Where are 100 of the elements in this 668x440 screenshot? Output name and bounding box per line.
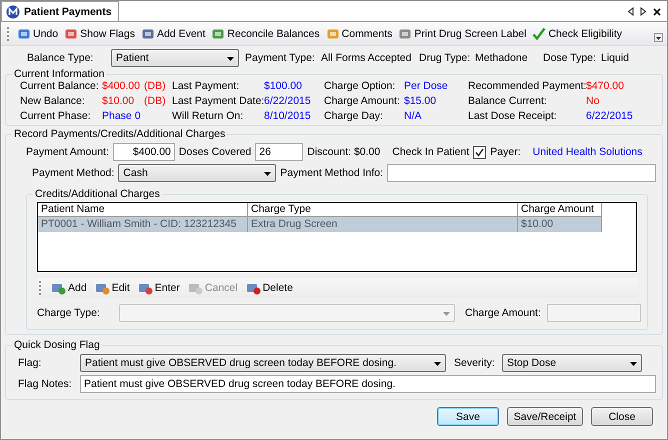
field-label: Balance Type: — [27, 52, 94, 64]
info-value: $400.00 — [102, 80, 141, 92]
info-value: 6/22/2015 — [264, 95, 311, 107]
caret-icon — [630, 362, 637, 366]
info-label: Charge Option: — [324, 80, 396, 92]
group-title: Record Payments/Credits/Additional Charges — [13, 128, 226, 140]
info-label: Last Payment: — [172, 80, 240, 92]
toolbar-button[interactable]: Enter — [138, 282, 180, 294]
info-value: $100.00 — [264, 80, 302, 92]
field-value: Liquid — [601, 52, 630, 64]
info-label: Current Phase: — [20, 110, 92, 122]
logo-icon — [6, 4, 20, 18]
dialog-button[interactable]: Save — [437, 407, 499, 426]
toolbar-button[interactable]: Check Eligibility — [532, 27, 622, 41]
toolbar-icon — [188, 282, 203, 294]
toolbar-icon — [64, 27, 78, 41]
toolbar-button[interactable]: Print Drug Screen Label — [398, 27, 526, 41]
caret-icon — [434, 362, 441, 366]
field-label: Charge Amount: — [465, 307, 542, 319]
toolbar-icon — [246, 282, 261, 294]
field-label: Dose Type: — [543, 52, 597, 64]
debit-note: (DB) — [144, 80, 166, 92]
payment-method-dropdown[interactable]: Cash — [118, 164, 276, 182]
balance-type-dropdown[interactable]: Patient — [111, 49, 239, 67]
column-header[interactable]: Patient Name — [38, 203, 248, 217]
info-label: Will Return On: — [172, 110, 244, 122]
toolbar-icon — [17, 27, 31, 41]
tab[interactable]: Patient Payments — [1, 1, 119, 21]
debit-note: (DB) — [144, 95, 166, 107]
doses-covered-field[interactable]: 26 — [255, 143, 304, 161]
caret-icon — [443, 312, 450, 316]
info-value: $15.00 — [404, 95, 436, 107]
field-label: Charge Type: — [37, 307, 101, 319]
group-title: Quick Dosing Flag — [13, 339, 101, 351]
toolbar-button[interactable]: Undo — [17, 27, 58, 41]
severity-dropdown[interactable]: Stop Dose — [502, 354, 642, 372]
toolbar-icon — [51, 282, 66, 294]
close-icon[interactable] — [653, 8, 661, 16]
payer-value: United Health Solutions — [532, 146, 642, 158]
toolbar-button[interactable]: Add Event — [140, 27, 206, 41]
toolbar-icon — [138, 282, 153, 294]
info-label: Recommended Payment: — [468, 80, 586, 92]
flag-notes-field[interactable]: Patient must give OBSERVED drug screen today BEFORE dosing. — [80, 375, 656, 393]
checkmark-icon — [532, 27, 546, 41]
info-label: Last Payment Date: — [172, 95, 264, 107]
info-value: $470.00 — [586, 80, 624, 92]
checkbox[interactable] — [473, 146, 486, 158]
info-label: Current Balance: — [20, 80, 100, 92]
column-header[interactable]: Charge Amount — [518, 203, 602, 217]
payment-amount-field[interactable]: $400.00 — [112, 143, 175, 161]
field-label: Flag: — [18, 357, 42, 369]
scroll-left-icon[interactable] — [627, 7, 634, 16]
info-label: New Balance: — [20, 95, 86, 107]
info-label: Last Dose Receipt: — [468, 110, 558, 122]
caret-icon — [227, 57, 234, 61]
field-label: Doses Covered — [178, 146, 252, 158]
info-value: $10.00 — [102, 95, 136, 107]
info-value: 6/22/2015 — [586, 110, 633, 122]
toolbar-icon — [398, 27, 412, 41]
table-cell: PT0001 - William Smith - CID: 123212345 — [38, 217, 248, 232]
field-label: Severity: — [454, 357, 496, 369]
field-value: All Forms Accepted — [321, 52, 412, 64]
toolbar-button[interactable]: Delete — [246, 282, 293, 294]
table-row[interactable]: PT0001 - William Smith - CID: 123212345 Extra Drug Screen $10.00 — [38, 217, 602, 232]
field-label: Payment Method Info: — [280, 167, 384, 179]
info-label: Charge Day: — [324, 110, 384, 122]
charge-amount-field[interactable] — [547, 304, 641, 322]
info-label: Balance Current: — [468, 95, 548, 107]
group-title: Current Information — [13, 68, 106, 80]
toolbar-button[interactable]: Show Flags — [64, 27, 135, 41]
column-header[interactable]: Charge Type — [248, 203, 518, 217]
info-value: Phase 0 — [102, 110, 142, 122]
group-title: Credits/Additional Charges — [34, 188, 161, 200]
caret-icon — [264, 172, 272, 176]
info-label: Charge Amount: — [324, 95, 401, 107]
toolbar-icon — [326, 27, 340, 41]
toolbar-button[interactable]: Edit — [94, 282, 130, 294]
toolbar-button[interactable]: Reconcile Balances — [211, 27, 320, 41]
field-label: Payment Method: — [32, 167, 114, 179]
info-value: N/A — [404, 110, 422, 122]
dialog-button[interactable]: Close — [591, 407, 653, 426]
tab-title: Patient Payments — [24, 6, 112, 18]
scroll-right-icon[interactable] — [640, 7, 647, 16]
field-label: Payer: — [490, 146, 521, 158]
field-label: Flag Notes: — [18, 378, 73, 390]
toolbar-button[interactable]: Add — [51, 282, 87, 294]
field-label: Payment Type: — [245, 52, 316, 64]
overflow-icon[interactable] — [654, 33, 663, 42]
payment-method-info-field[interactable] — [387, 164, 656, 182]
flag-dropdown[interactable]: Patient must give OBSERVED drug screen today BEFORE dosing. — [80, 354, 446, 372]
field-label: Check In Patient — [392, 146, 470, 158]
field-label: Payment Amount: — [26, 146, 109, 158]
info-value: 8/10/2015 — [264, 110, 311, 122]
discount-text: Discount: $0.00 — [307, 146, 380, 158]
toolbar-button[interactable]: Comments — [326, 27, 392, 41]
dialog-button[interactable]: Save/Receipt — [507, 407, 583, 426]
info-value: No — [586, 95, 600, 107]
toolbar-icon — [211, 27, 226, 41]
toolbar-icon — [94, 282, 110, 294]
field-label: Drug Type: — [419, 52, 472, 64]
